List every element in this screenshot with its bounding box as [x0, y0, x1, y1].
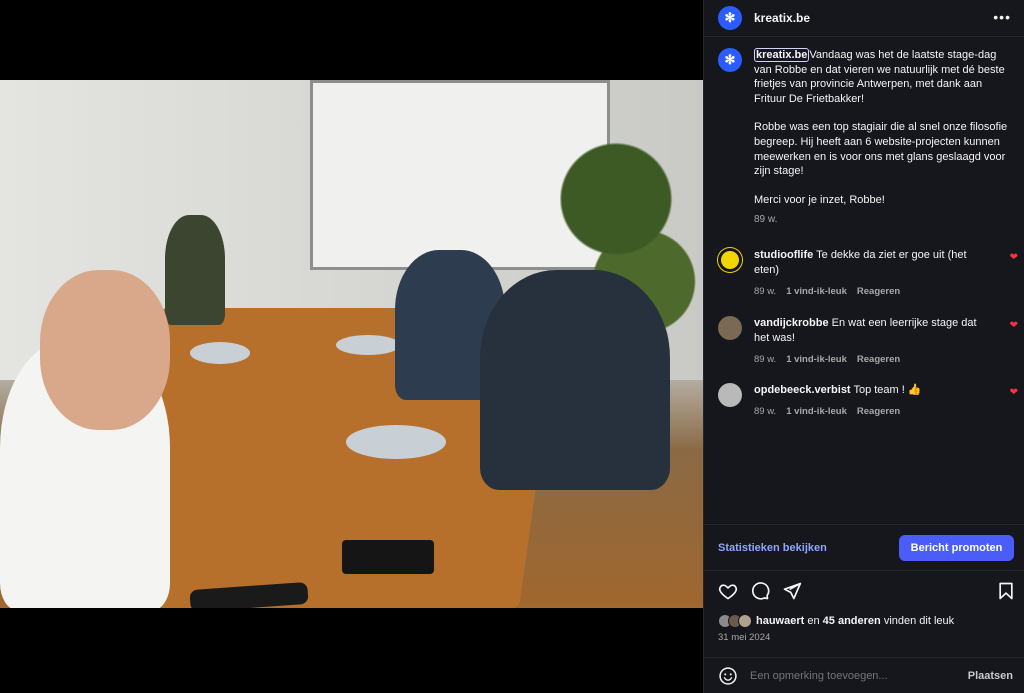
- add-comment-bar: Plaatsen: [704, 657, 1024, 693]
- comment-username[interactable]: opdebeeck.verbist: [754, 384, 851, 396]
- photo-plate: [346, 425, 446, 459]
- divider: [704, 524, 1024, 525]
- photo-person: [165, 215, 225, 325]
- photo-person-face: [40, 270, 170, 430]
- caption-time: 89 w.: [754, 214, 778, 226]
- caption-avatar[interactable]: ✻: [718, 48, 742, 72]
- comment-item: opdebeeck.verbist Top team ! 👍 89 w. 1 v…: [718, 383, 1018, 419]
- comment-time: 89 w.: [754, 286, 777, 297]
- divider: [704, 570, 1024, 571]
- likes-connector: en: [807, 615, 820, 627]
- post-side-panel: ✻ kreatix.be ••• ✻ kreatix.be Vandaag was…: [703, 0, 1024, 693]
- post-caption: ✻ kreatix.be Vandaag was het de laatste s…: [718, 48, 1011, 228]
- likes-summary: hauwaert en 45 anderen vinden dit leuk: [718, 614, 954, 628]
- comment-item: studiooflife Te dekke da ziet er goe uit…: [718, 248, 1018, 299]
- reply-button[interactable]: Reageren: [857, 352, 900, 367]
- media-viewer: [0, 0, 703, 693]
- comment-username[interactable]: studiooflife: [754, 249, 813, 261]
- post-photo[interactable]: [0, 80, 703, 608]
- share-icon[interactable]: [782, 581, 802, 601]
- liker-username[interactable]: hauwaert: [756, 615, 804, 627]
- caption-text-2: Robbe was een top stagiair die al snel o…: [754, 121, 1008, 178]
- comment-item: vandijckrobbe En wat een leerrijke stage…: [718, 316, 1018, 367]
- liker-avatar: [738, 614, 752, 628]
- heart-icon[interactable]: ❤: [1010, 387, 1018, 398]
- caption-username[interactable]: kreatix.be: [754, 48, 810, 62]
- post-comment-button[interactable]: Plaatsen: [968, 670, 1013, 682]
- comment-time: 89 w.: [754, 354, 777, 365]
- comment-likes[interactable]: 1 vind-ik-leuk: [786, 284, 847, 299]
- comment-time: 89 w.: [754, 406, 777, 417]
- photo-plate: [190, 342, 250, 364]
- account-name[interactable]: kreatix.be: [754, 11, 810, 25]
- heart-icon[interactable]: ❤: [1010, 252, 1018, 263]
- reply-button[interactable]: Reageren: [857, 284, 900, 299]
- likes-suffix: vinden dit leuk: [883, 615, 955, 627]
- post-date: 31 mei 2024: [718, 632, 771, 643]
- commenter-avatar[interactable]: [718, 383, 742, 407]
- comment-likes[interactable]: 1 vind-ik-leuk: [786, 352, 847, 367]
- more-icon[interactable]: •••: [993, 9, 1011, 25]
- comment-input[interactable]: [750, 669, 950, 682]
- heart-icon[interactable]: ❤: [1010, 320, 1018, 331]
- comment-text: Top team ! 👍: [853, 384, 922, 396]
- view-insights-link[interactable]: Statistieken bekijken: [718, 542, 827, 554]
- bookmark-icon[interactable]: [996, 581, 1016, 601]
- emoji-icon[interactable]: [718, 666, 738, 686]
- photo-person: [480, 270, 670, 490]
- likes-others-link[interactable]: 45 anderen: [823, 615, 881, 627]
- comment-likes[interactable]: 1 vind-ik-leuk: [786, 404, 847, 419]
- comment-icon[interactable]: [750, 581, 770, 601]
- promote-post-button[interactable]: Bericht promoten: [899, 535, 1014, 561]
- post-header: ✻ kreatix.be •••: [704, 0, 1024, 36]
- comment-username[interactable]: vandijckrobbe: [754, 317, 829, 329]
- caption-text-3: Merci voor je inzet, Robbe!: [754, 193, 885, 206]
- heart-icon[interactable]: [718, 581, 738, 601]
- photo-plate: [336, 335, 400, 355]
- account-avatar[interactable]: ✻: [718, 6, 742, 30]
- caption-body: kreatix.be Vandaag was het de laatste sta…: [754, 48, 1011, 228]
- photo-phone: [342, 540, 434, 574]
- reply-button[interactable]: Reageren: [857, 404, 900, 419]
- post-actions: [718, 581, 1014, 603]
- commenter-avatar[interactable]: [718, 316, 742, 340]
- commenter-avatar[interactable]: [718, 248, 742, 272]
- divider: [704, 36, 1024, 37]
